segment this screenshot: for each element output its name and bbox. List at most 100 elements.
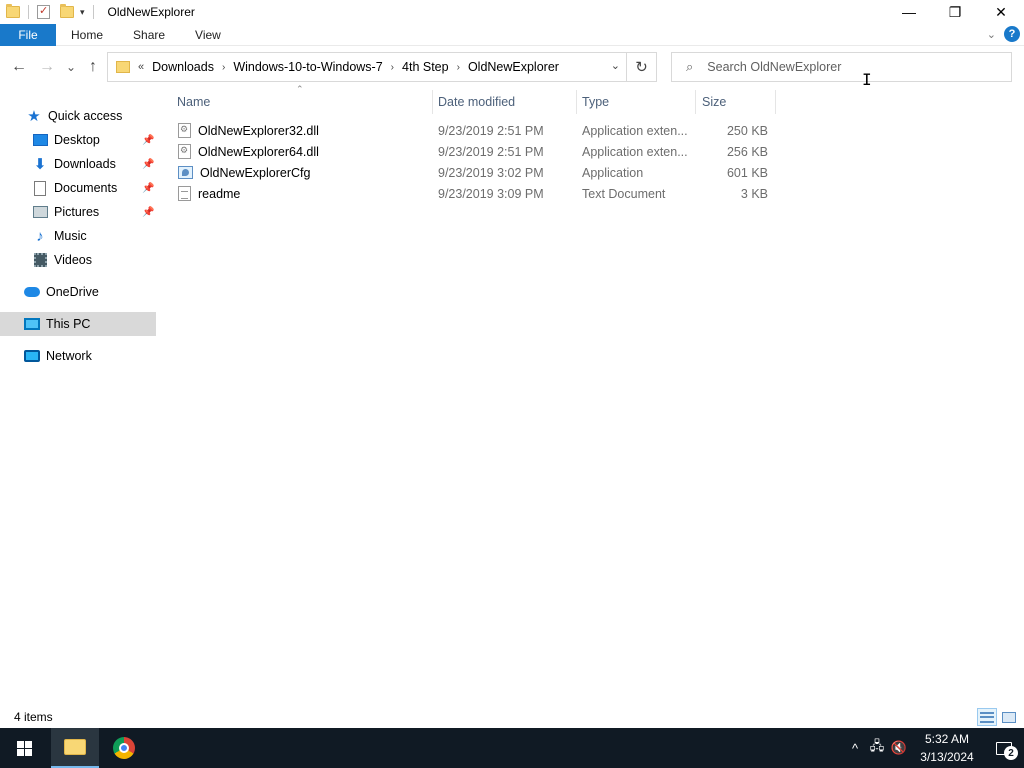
breadcrumb-separator-icon[interactable]: › [222,62,225,73]
pin-icon[interactable]: 📌 [142,183,154,194]
text-cursor-icon: I [862,70,872,89]
volume-button[interactable]: 🔇 [888,728,910,768]
tab-file[interactable]: File [0,23,56,46]
breadcrumb-separator-icon[interactable]: › [391,62,394,73]
file-type: Text Document [582,186,666,201]
sidebar-item-quick-access[interactable]: ★ Quick access [0,104,156,128]
column-divider[interactable] [432,90,433,114]
file-row[interactable]: OldNewExplorer32.dll 9/23/2019 2:51 PM A… [172,120,776,141]
file-name: OldNewExplorer64.dll [198,144,319,159]
breadcrumb-windows-10-to-windows-7[interactable]: Windows-10-to-Windows-7 [233,60,382,74]
start-button[interactable] [0,728,48,768]
sidebar-item-pictures[interactable]: Pictures 📌 [0,200,156,224]
properties-icon[interactable] [37,4,50,19]
taskbar: ^ 🖧 🔇 5:32 AM 3/13/2024 2 [0,728,1024,768]
sidebar-item-label: Quick access [48,109,123,123]
sidebar-item-label: OneDrive [46,285,99,299]
taskbar-file-explorer[interactable] [51,728,99,768]
search-box[interactable]: ⌕ [671,52,1012,82]
column-header-size[interactable]: Size [702,90,775,114]
pin-icon[interactable]: 📌 [142,207,154,218]
file-name: readme [198,186,241,201]
show-hidden-icons-button[interactable]: ^ [844,728,866,768]
help-icon[interactable]: ? [1004,26,1020,42]
pin-icon[interactable]: 📌 [142,159,154,170]
back-button[interactable]: ← [10,56,28,78]
column-header-label: Name [177,95,211,109]
sidebar-item-label: Downloads [54,157,116,171]
details-view-icon [980,711,994,723]
file-row[interactable]: OldNewExplorerCfg 9/23/2019 3:02 PM Appl… [172,162,776,183]
file-date: 9/23/2019 3:02 PM [438,165,544,180]
recent-locations-button[interactable]: ⌄ [64,56,78,78]
tab-view[interactable]: View [180,24,236,46]
folder-icon[interactable] [6,4,20,18]
sidebar-item-desktop[interactable]: Desktop 📌 [0,128,156,152]
pin-icon[interactable]: 📌 [142,135,154,146]
network-status-button[interactable]: 🖧 [866,728,888,768]
chevron-down-icon[interactable]: ⌄ [987,28,996,41]
volume-muted-icon: 🔇 [890,740,908,755]
action-center-button[interactable]: 2 [984,728,1024,768]
sidebar-item-network[interactable]: Network [0,344,156,368]
sidebar-item-music[interactable]: ♪ Music [0,224,156,248]
file-row[interactable]: readme 9/23/2019 3:09 PM Text Document 3… [172,183,776,204]
column-divider[interactable] [695,90,696,114]
details-view-button[interactable] [977,708,997,726]
clock[interactable]: 5:32 AM 3/13/2024 [910,728,984,768]
tab-share[interactable]: Share [118,24,180,46]
address-dropdown-icon[interactable]: ⌄ [611,59,620,72]
file-name-cell: OldNewExplorer64.dll [178,141,319,162]
column-header-label: Size [702,95,727,109]
search-input[interactable] [707,60,988,74]
refresh-button[interactable]: ↻ [626,53,656,81]
column-divider[interactable] [576,90,577,114]
file-date: 9/23/2019 2:51 PM [438,123,544,138]
forward-arrow-icon: → [39,58,55,75]
breadcrumb-separator-icon[interactable]: › [457,62,460,73]
taskbar-chrome[interactable] [100,728,148,768]
clock-date: 3/13/2024 [920,750,974,764]
file-date: 9/23/2019 3:09 PM [438,186,544,201]
dll-file-icon [178,144,191,159]
file-name: OldNewExplorerCfg [200,165,311,180]
file-name: OldNewExplorer32.dll [198,123,319,138]
status-bar: 4 items [0,706,1024,728]
close-button[interactable]: ✕ [978,0,1024,24]
column-header-name[interactable]: Name [177,90,432,114]
column-header-type[interactable]: Type [582,90,695,114]
close-icon: ✕ [995,3,1007,20]
address-bar[interactable]: « Downloads › Windows-10-to-Windows-7 › … [107,52,657,82]
sidebar-item-label: Pictures [54,205,100,219]
quick-access-toolbar: ▾ [0,0,98,24]
file-name-cell: OldNewExplorer32.dll [178,120,319,141]
sidebar-item-onedrive[interactable]: OneDrive [0,280,156,304]
breadcrumb-4th-step[interactable]: 4th Step [402,60,449,74]
restore-button[interactable]: ❐ [932,0,978,24]
breadcrumb-downloads[interactable]: Downloads [152,60,214,74]
cloud-icon [24,284,40,300]
minimize-button[interactable]: — [886,0,932,24]
column-divider[interactable] [775,90,776,114]
customize-toolbar-icon[interactable]: ▾ [80,7,85,18]
videos-icon [32,252,48,268]
network-icon: 🖧 [869,738,885,753]
sidebar-item-videos[interactable]: Videos [0,248,156,272]
forward-button[interactable]: → [38,56,56,78]
breadcrumb-oldnewexplorer[interactable]: OldNewExplorer [468,60,559,74]
tab-home[interactable]: Home [56,24,118,46]
up-button[interactable]: ↑ [84,56,102,78]
large-icons-view-button[interactable] [999,708,1019,726]
new-folder-icon[interactable] [60,4,74,18]
ribbon-right-controls: ⌄ ? [987,26,1020,42]
file-size: 250 KB [726,123,768,138]
sidebar-item-this-pc[interactable]: This PC [0,312,156,336]
sidebar-item-downloads[interactable]: ⬇ Downloads 📌 [0,152,156,176]
sidebar-item-documents[interactable]: Documents 📌 [0,176,156,200]
column-header-date-modified[interactable]: Date modified [438,90,576,114]
breadcrumb-overflow[interactable]: « [138,61,144,73]
documents-icon [32,180,48,196]
folder-icon [116,61,130,73]
file-row[interactable]: OldNewExplorer64.dll 9/23/2019 2:51 PM A… [172,141,776,162]
windows-logo-icon [16,740,32,756]
